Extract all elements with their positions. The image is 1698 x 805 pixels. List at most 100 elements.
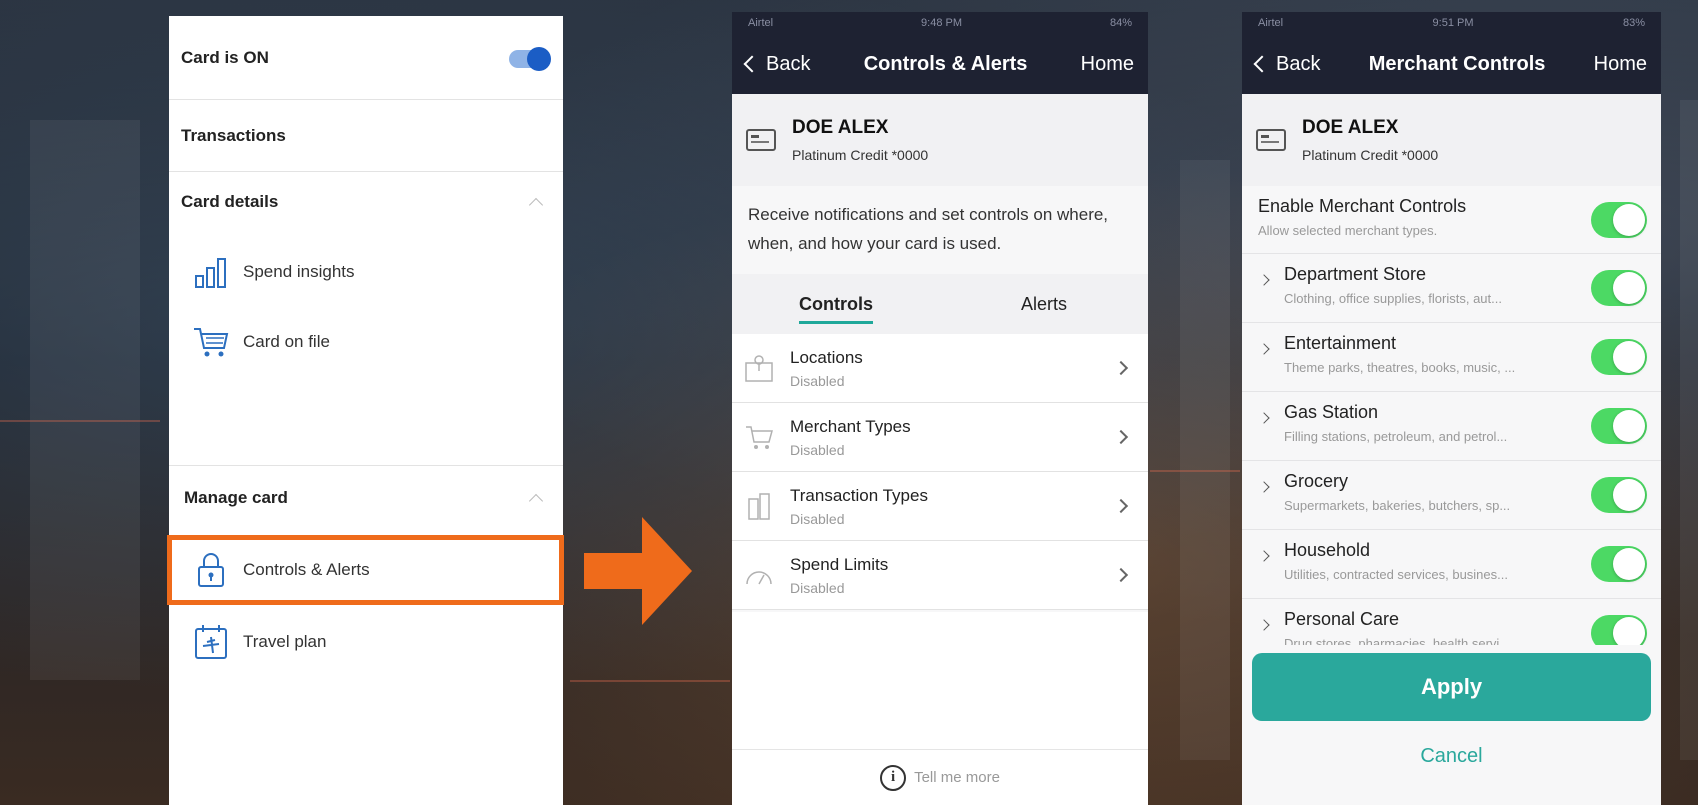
tab-bar: Controls Alerts	[732, 274, 1148, 334]
row-subtitle: Clothing, office supplies, florists, aut…	[1284, 291, 1502, 306]
chevron-left-icon	[1253, 55, 1271, 73]
card-on-file-item[interactable]: Card on file	[191, 322, 330, 362]
list-item-merchant-types[interactable]: Merchant Types Disabled	[732, 403, 1148, 472]
tell-me-more-button[interactable]: i Tell me more	[732, 749, 1148, 805]
list-item-transaction-types[interactable]: Transaction Types Disabled	[732, 472, 1148, 541]
selection-highlight	[167, 535, 564, 605]
row-subtitle: Theme parks, theatres, books, music, ...	[1284, 360, 1516, 375]
manage-card-label: Manage card	[184, 488, 288, 507]
row-title: Enable Merchant Controls	[1258, 196, 1467, 216]
chevron-right-icon	[1113, 567, 1129, 583]
home-button[interactable]: Home	[1594, 53, 1647, 76]
department-store-toggle[interactable]	[1591, 270, 1647, 306]
card-header: DOE ALEX Platinum Credit *0000	[1242, 94, 1661, 186]
list-item-entertainment[interactable]: Entertainment Theme parks, theatres, boo…	[1242, 323, 1661, 392]
list-item-locations[interactable]: Locations Disabled	[732, 334, 1148, 403]
chevron-right-icon	[1258, 550, 1270, 562]
household-toggle[interactable]	[1591, 546, 1647, 582]
toggle-knob	[1613, 272, 1645, 304]
bg-building	[30, 120, 140, 680]
spend-insights-item[interactable]: Spend insights	[191, 252, 355, 292]
collapse-icon[interactable]	[528, 197, 544, 213]
list-item-grocery[interactable]: Grocery Supermarkets, bakeries, butchers…	[1242, 461, 1661, 530]
row-title: Grocery	[1284, 471, 1349, 491]
travel-plan-label: Travel plan	[243, 632, 327, 651]
home-button[interactable]: Home	[1081, 53, 1134, 76]
tab-alerts[interactable]: Alerts	[940, 274, 1148, 334]
card-menu-panel: Card is ON Transactions Card details Spe…	[169, 16, 563, 805]
chevron-right-icon	[1258, 274, 1270, 286]
battery-label: 84%	[1109, 17, 1132, 29]
row-subtitle: Supermarkets, bakeries, butchers, sp...	[1284, 498, 1511, 513]
list-item-spend-limits[interactable]: Spend Limits Disabled	[732, 541, 1148, 610]
bg-building	[1180, 160, 1230, 760]
card-status-row: Card is ON	[169, 16, 563, 100]
nav-bar: Back Controls & Alerts Home	[732, 34, 1148, 94]
merchant-controls-screen: Airtel 9:51 PM 83% Back Merchant Control…	[1242, 12, 1661, 805]
status-bar: Airtel 9:48 PM 84%	[732, 12, 1148, 34]
row-status: Disabled	[790, 579, 845, 596]
row-title: Gas Station	[1284, 402, 1379, 422]
credit-card-icon	[746, 129, 776, 151]
battery-label: 83%	[1622, 17, 1645, 29]
back-button[interactable]: Back	[743, 52, 811, 76]
list-item-household[interactable]: Household Utilities, contracted services…	[1242, 530, 1661, 599]
back-button[interactable]: Back	[1253, 52, 1321, 76]
tab-controls[interactable]: Controls	[732, 274, 940, 334]
back-label: Back	[1276, 52, 1321, 75]
bg-light-streak	[0, 420, 160, 422]
row-title: Transaction Types	[790, 485, 928, 505]
row-title: Spend Limits	[790, 554, 889, 574]
card-on-toggle[interactable]	[509, 47, 551, 71]
card-on-file-label: Card on file	[243, 332, 330, 351]
back-label: Back	[766, 52, 811, 75]
row-subtitle: Utilities, contracted services, busines.…	[1284, 567, 1508, 582]
enable-merchant-controls-row: Enable Merchant Controls Allow selected …	[1242, 186, 1661, 254]
grocery-toggle[interactable]	[1591, 477, 1647, 513]
transactions-row[interactable]: Transactions	[169, 100, 563, 172]
chevron-right-icon	[1113, 498, 1129, 514]
cardholder-name: DOE ALEX	[792, 117, 889, 138]
card-details-header[interactable]: Card details	[169, 172, 563, 232]
apply-button[interactable]: Apply	[1252, 653, 1651, 721]
controls-list: Locations Disabled Merchant Types Disabled…	[732, 334, 1148, 610]
building-icon	[744, 491, 774, 521]
row-title: Personal Care	[1284, 609, 1400, 629]
row-title: Department Store	[1284, 264, 1427, 284]
collapse-icon[interactable]	[528, 493, 544, 509]
time-label: 9:51 PM	[1432, 17, 1474, 29]
chevron-right-icon	[1258, 481, 1270, 493]
list-item-department-store[interactable]: Department Store Clothing, office suppli…	[1242, 254, 1661, 323]
row-status: Disabled	[790, 372, 845, 389]
bg-light-streak	[570, 680, 730, 682]
gas-station-toggle[interactable]	[1591, 408, 1647, 444]
cardholder-name: DOE ALEX	[1302, 117, 1399, 138]
entertainment-toggle[interactable]	[1591, 339, 1647, 375]
carrier-label: Airtel	[748, 17, 774, 29]
row-status: Disabled	[790, 441, 845, 458]
row-title: Entertainment	[1284, 333, 1397, 353]
card-status-label: Card is ON	[181, 47, 269, 67]
list-item-gas-station[interactable]: Gas Station Filling stations, petroleum,…	[1242, 392, 1661, 461]
chevron-right-icon	[1113, 429, 1129, 445]
travel-plan-item[interactable]: Travel plan	[191, 622, 326, 662]
toggle-knob	[1613, 410, 1645, 442]
info-icon: i	[880, 764, 907, 791]
nav-bar: Back Merchant Controls Home	[1242, 34, 1661, 94]
bg-building	[1680, 100, 1698, 760]
merchant-list: Enable Merchant Controls Allow selected …	[1242, 186, 1661, 668]
status-bar: Airtel 9:51 PM 83%	[1242, 12, 1661, 34]
shopping-cart-icon	[744, 422, 774, 452]
row-subtitle: Filling stations, petroleum, and petrol.…	[1284, 429, 1508, 444]
chevron-right-icon	[1258, 412, 1270, 424]
row-title: Household	[1284, 540, 1371, 560]
screen-title: Merchant Controls	[1368, 52, 1546, 75]
toggle-knob	[1613, 341, 1645, 373]
gauge-icon	[744, 560, 774, 590]
enable-merchant-controls-toggle[interactable]	[1591, 202, 1647, 238]
controls-alerts-screen: Airtel 9:48 PM 84% Back Controls & Alert…	[732, 12, 1148, 805]
manage-card-header[interactable]: Manage card	[169, 468, 563, 528]
cancel-button[interactable]: Cancel	[1242, 745, 1661, 768]
bg-light-streak	[1150, 470, 1240, 472]
tell-me-more-label: Tell me more	[914, 769, 1000, 786]
